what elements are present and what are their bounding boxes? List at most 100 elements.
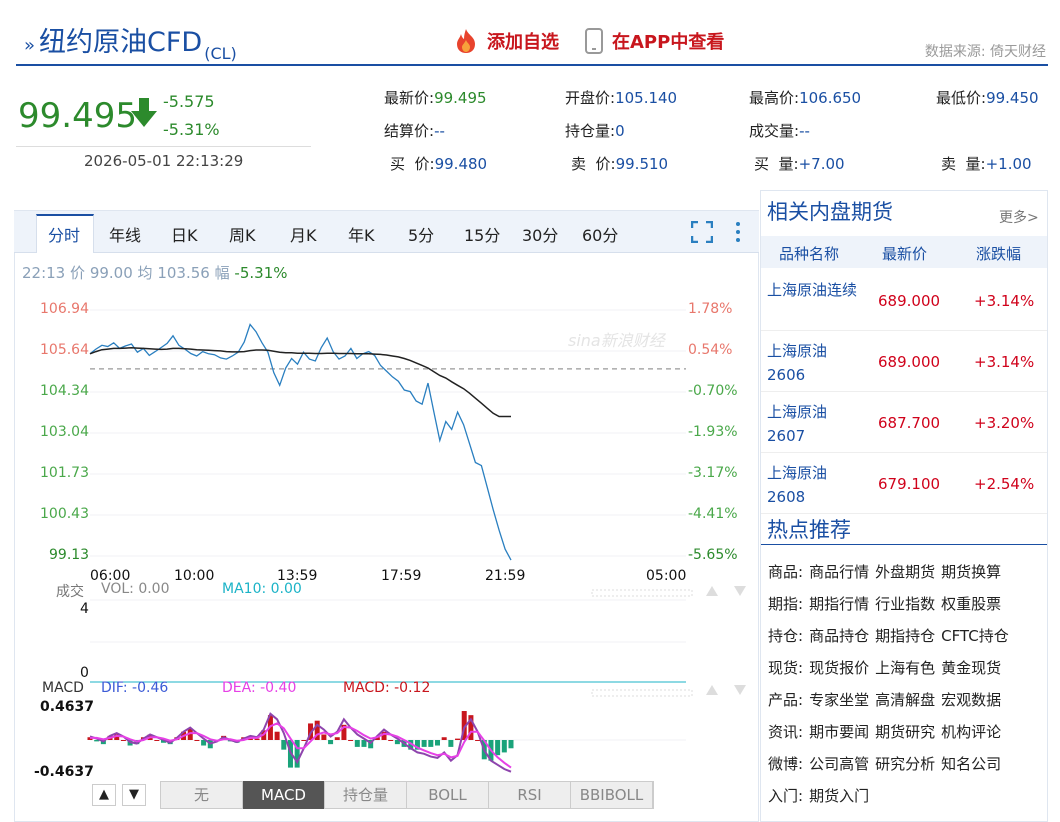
hot-link[interactable]: 期货研究 [875, 723, 935, 741]
quote-ask-size: 卖 量:+1.00 [941, 153, 1032, 174]
future-price: 689.000 [878, 353, 941, 371]
macd-legend-2: MACD: -0.12 [343, 680, 431, 696]
macd-up-arrow-icon[interactable] [706, 685, 718, 695]
volume-down-arrow-icon[interactable] [734, 586, 746, 596]
future-change-pct: +3.14% [974, 353, 1035, 371]
hot-divider [761, 544, 1047, 545]
quote-low: 最低价:99.450 [936, 87, 1039, 108]
y-tick-left: 99.13 [49, 547, 90, 563]
macd-histogram-bar [421, 740, 427, 747]
y-tick-right: -1.93% [688, 424, 738, 440]
hot-row-label: 产品: [768, 691, 804, 709]
macd-y-tick: -0.4637 [34, 764, 94, 780]
y-tick-right: -0.70% [688, 383, 738, 399]
hot-link[interactable]: 权重股票 [941, 595, 1001, 613]
hot-link[interactable]: 高清解盘 [875, 691, 935, 709]
y-tick-right: -4.41% [688, 506, 738, 522]
y-tick-right: 1.78% [688, 301, 733, 317]
macd-down-arrow-icon[interactable] [734, 685, 746, 695]
col-pct-header: 涨跌幅 [976, 245, 1022, 263]
macd-histogram-bar [501, 740, 507, 753]
hot-link[interactable]: 期指持仓 [875, 627, 935, 645]
future-name[interactable]: 上海原油2607 [767, 400, 863, 448]
hot-row: 微博: 公司高管 研究分析 知名公司 [768, 753, 1001, 774]
hot-row: 期指: 期指行情 行业指数 权重股票 [768, 593, 1001, 614]
hot-link[interactable]: 现货报价 [809, 659, 869, 677]
hot-row: 现货: 现货报价 上海有色 黄金现货 [768, 657, 1001, 678]
future-price: 689.000 [878, 292, 941, 310]
price-chart[interactable]: sina新浪财经 [0, 0, 760, 822]
hot-link[interactable]: 研究分析 [875, 755, 935, 773]
hot-link[interactable]: 机构评论 [941, 723, 1001, 741]
hot-row: 资讯: 期市要闻 期货研究 机构评论 [768, 721, 1001, 742]
indicator-button-0[interactable]: 无 [161, 781, 243, 809]
scroll-up-button[interactable]: ▲ [92, 784, 116, 806]
macd-histogram-bar [301, 740, 307, 741]
indicator-button-4[interactable]: RSI [489, 781, 571, 809]
hot-link[interactable]: 上海有色 [875, 659, 935, 677]
y-tick-right: -5.65% [688, 547, 738, 563]
hot-link[interactable]: 期市要闻 [809, 723, 869, 741]
quote-value: 99.450 [986, 89, 1039, 107]
quote-value: +1.00 [985, 155, 1032, 173]
hot-link[interactable]: 宏观数据 [941, 691, 1001, 709]
volume-up-arrow-icon[interactable] [706, 586, 718, 596]
future-name[interactable]: 上海原油2606 [767, 339, 863, 387]
hot-link[interactable]: 期货换算 [941, 563, 1001, 581]
future-name[interactable]: 上海原油2608 [767, 461, 863, 509]
indicator-button-3[interactable]: BOLL [407, 781, 489, 809]
dea-line [90, 722, 512, 769]
hot-link[interactable]: 期货入门 [809, 787, 869, 805]
hot-row-label: 期指: [768, 595, 804, 613]
scroll-down-button[interactable]: ▼ [122, 784, 146, 806]
quote-label: 最低价: [936, 89, 987, 107]
hot-row-label: 现货: [768, 659, 804, 677]
y-tick-right: 0.54% [688, 342, 733, 358]
volume-y-tick: 4 [80, 601, 89, 617]
quote-value: -- [799, 122, 810, 140]
hot-row: 入门: 期货入门 [768, 785, 869, 806]
hot-link[interactable]: 行业指数 [875, 595, 935, 613]
more-link[interactable]: 更多> [999, 207, 1039, 227]
hot-link[interactable]: 期指行情 [809, 595, 869, 613]
macd-histogram-bar [428, 740, 434, 747]
indicator-button-1[interactable]: MACD [243, 781, 325, 809]
volume-legend-ma10: MA10: 0.00 [222, 581, 302, 597]
macd-histogram-bar [441, 737, 447, 740]
quote-label: 卖 量: [941, 155, 986, 173]
data-source: 数据来源: 倚天财经 [924, 44, 1046, 60]
macd-histogram-bar [361, 740, 367, 747]
macd-histogram-bar [455, 738, 461, 740]
quote-label: 买 量: [754, 155, 799, 173]
indicator-button-2[interactable]: 持仓量 [325, 781, 407, 809]
indicator-button-5[interactable]: BBIBOLL [571, 781, 653, 809]
related-futures-title: 相关内盘期货 [767, 200, 893, 224]
future-name[interactable]: 上海原油连续 [767, 278, 863, 302]
y-tick-left: 105.64 [40, 342, 89, 358]
macd-histogram-bar [281, 740, 287, 750]
macd-histogram-bar [274, 731, 280, 740]
future-change-pct: +3.20% [974, 414, 1035, 432]
y-tick-left: 106.94 [40, 301, 89, 317]
hot-link[interactable]: 外盘期货 [875, 563, 935, 581]
hot-link[interactable]: 公司高管 [809, 755, 869, 773]
hot-row: 商品: 商品行情 外盘期货 期货换算 [768, 561, 1001, 582]
col-name-header: 品种名称 [779, 245, 840, 263]
y-tick-left: 104.34 [40, 383, 89, 399]
scroll-placeholder [591, 589, 693, 597]
hot-link[interactable]: 知名公司 [941, 755, 1001, 773]
hot-link[interactable]: 商品持仓 [809, 627, 869, 645]
hot-link[interactable]: 黄金现货 [941, 659, 1001, 677]
col-price-header: 最新价 [882, 245, 928, 263]
hot-link[interactable]: 专家坐堂 [809, 691, 869, 709]
hot-link[interactable]: 商品行情 [809, 563, 869, 581]
macd-histogram-bar [321, 734, 327, 740]
macd-histogram-bar [328, 740, 334, 745]
hot-row-label: 微博: [768, 755, 804, 773]
hot-link[interactable]: CFTC持仓 [941, 627, 1009, 645]
macd-y-tick: 0.4637 [40, 699, 95, 715]
future-change-pct: +3.14% [974, 292, 1035, 310]
macd-histogram-bar [388, 740, 394, 741]
hot-row-label: 入门: [768, 787, 804, 805]
x-tick: 21:59 [485, 568, 526, 584]
